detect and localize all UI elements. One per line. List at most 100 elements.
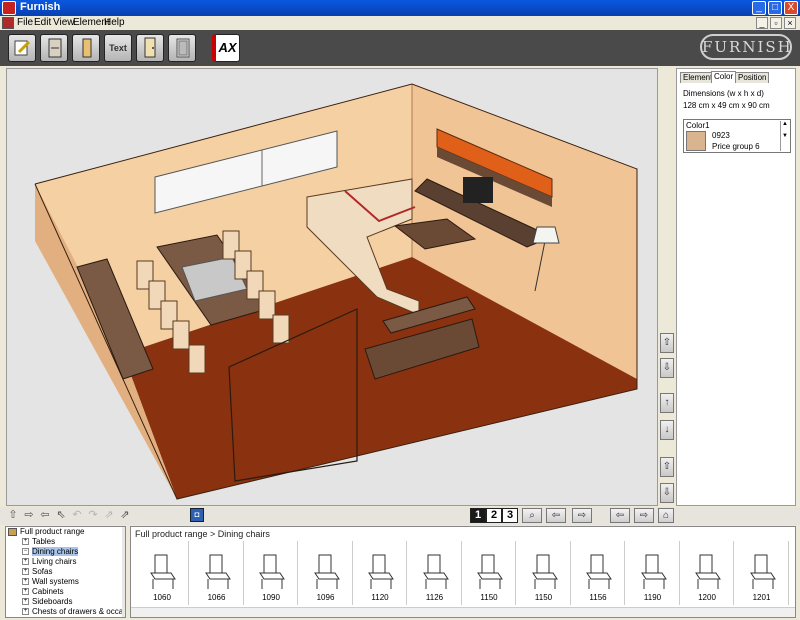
window-title: Furnish xyxy=(20,1,61,13)
raise-button[interactable]: ↑ xyxy=(660,393,674,413)
frame-icon xyxy=(176,38,190,58)
product-code: 1066 xyxy=(207,593,226,602)
lamp-shade xyxy=(532,226,560,244)
chair-icon xyxy=(586,554,612,589)
edit-button[interactable] xyxy=(8,34,36,62)
product-thumbnail[interactable]: 1201 xyxy=(735,541,789,605)
rotate-left-icon[interactable]: ⇦ xyxy=(38,508,52,522)
cabinet-button[interactable] xyxy=(40,34,68,62)
toolbar: Text AX FURNISH xyxy=(0,30,800,66)
tree-scrollbar[interactable] xyxy=(122,527,125,617)
product-thumbnail[interactable]: 1096 xyxy=(299,541,353,605)
tab-color[interactable]: Color xyxy=(711,71,737,83)
ax-button[interactable]: AX xyxy=(212,34,240,62)
room-render[interactable] xyxy=(7,69,658,506)
prev-view-button[interactable]: ⇦ xyxy=(610,508,630,523)
chair-icon xyxy=(313,554,340,589)
view-2-button[interactable]: 2 xyxy=(486,508,502,523)
doc-close-button[interactable]: × xyxy=(784,17,796,29)
zoom-icon[interactable]: ⌕ xyxy=(522,508,542,523)
camera-icon[interactable]: ◘ xyxy=(190,508,204,522)
ax-label: AX xyxy=(218,40,237,55)
color-code: 0923 xyxy=(712,131,730,140)
chair-icon xyxy=(422,554,449,589)
document-icon xyxy=(2,17,14,29)
pencil-icon xyxy=(14,40,31,56)
cabinet-icon xyxy=(48,38,62,58)
tree-item-living-chairs[interactable]: + Living chairs xyxy=(22,557,76,567)
tree-item-sideboards[interactable]: + Sideboards xyxy=(22,597,72,607)
menu-file[interactable]: File xyxy=(17,17,33,28)
pan-icon[interactable]: ⇗ xyxy=(118,508,132,522)
door-button[interactable] xyxy=(136,34,164,62)
catalog-tree[interactable]: Full product range + Tables − Dining chair… xyxy=(5,526,126,618)
view-3-button[interactable]: 3 xyxy=(502,508,518,523)
frame-button[interactable] xyxy=(168,34,196,62)
product-code: 1120 xyxy=(371,593,389,602)
chair-icon xyxy=(150,554,176,589)
tilt-up-button[interactable]: ⇧ xyxy=(660,457,674,477)
tree-root[interactable]: Full product range xyxy=(20,527,84,537)
menu-edit[interactable]: Edit xyxy=(34,17,51,28)
product-code: 1150 xyxy=(534,593,553,602)
product-thumbnail[interactable]: 1066 xyxy=(190,541,244,605)
scroll-left-button[interactable]: ⇦ xyxy=(546,508,566,523)
product-thumbnail[interactable]: 1156 xyxy=(571,541,625,605)
doc-minimize-button[interactable]: _ xyxy=(756,17,768,29)
tree-item-cabinets[interactable]: + Cabinets xyxy=(22,587,64,597)
dimensions-label: Dimensions (w x h x d) xyxy=(683,89,764,98)
tree-item-wall-systems[interactable]: + Wall systems xyxy=(22,577,79,587)
product-code: 1200 xyxy=(698,593,716,602)
chair-icon xyxy=(640,554,667,589)
tree-item-sofas[interactable]: + Sofas xyxy=(22,567,52,577)
turn-left-icon[interactable]: ⇖ xyxy=(54,508,68,522)
doc-restore-button[interactable]: ▫ xyxy=(770,17,782,29)
color-selector[interactable]: Color1 0923 Price group 6 ▲ ▼ xyxy=(683,119,791,153)
panel-button[interactable] xyxy=(72,34,100,62)
home-icon[interactable]: ⌂ xyxy=(658,508,674,523)
gallery-scrollbar[interactable] xyxy=(131,607,795,617)
product-thumbnail[interactable]: 1190 xyxy=(626,541,680,605)
product-thumbnail[interactable]: 1120 xyxy=(353,541,407,605)
product-code: 1096 xyxy=(316,593,335,602)
turn-right-icon[interactable]: ⇗ xyxy=(102,508,116,522)
tilt-down-button[interactable]: ⇩ xyxy=(660,483,674,503)
product-thumbnail[interactable]: 1200 xyxy=(680,541,734,605)
move-up-button[interactable]: ⇧ xyxy=(660,333,674,353)
color-scroll[interactable]: ▲ ▼ xyxy=(780,121,789,151)
product-code: 1201 xyxy=(752,593,771,602)
close-button[interactable]: X xyxy=(784,1,798,15)
tree-item-chests[interactable]: + Chests of drawers & occasio xyxy=(22,607,125,617)
product-thumbnail[interactable]: 1126 xyxy=(408,541,462,605)
view-1-button[interactable]: 1 xyxy=(470,508,486,523)
chair-icon xyxy=(531,554,558,589)
menu-view[interactable]: View xyxy=(53,17,75,28)
product-thumbnail[interactable]: 1150 xyxy=(462,541,516,605)
product-thumbnail[interactable]: 1090 xyxy=(244,541,298,605)
panel-icon xyxy=(82,38,92,58)
lower-button[interactable]: ↓ xyxy=(660,420,674,440)
price-group: Price group 6 xyxy=(712,142,760,151)
product-thumbnail[interactable]: 1060 xyxy=(135,541,189,605)
undo-icon[interactable]: ↶ xyxy=(70,508,84,522)
properties-panel: Element Color Position Dimensions (w x h… xyxy=(676,68,796,506)
tab-position[interactable]: Position xyxy=(735,72,770,83)
scroll-right-button[interactable]: ⇨ xyxy=(572,508,592,523)
breadcrumb: Full product range > Dining chairs xyxy=(135,529,270,539)
maximize-button[interactable]: □ xyxy=(768,1,782,15)
menu-help[interactable]: Help xyxy=(104,17,125,28)
product-thumbnail[interactable]: 1150 xyxy=(517,541,571,605)
product-code: 1090 xyxy=(262,593,280,602)
next-view-button[interactable]: ⇨ xyxy=(634,508,654,523)
text-button[interactable]: Text xyxy=(104,34,132,62)
rotate-up-icon[interactable]: ⇧ xyxy=(6,508,20,522)
tree-item-tables[interactable]: + Tables xyxy=(22,537,55,547)
furnish-logo: FURNISH xyxy=(700,34,792,60)
move-down-button[interactable]: ⇩ xyxy=(660,358,674,378)
minimize-button[interactable]: _ xyxy=(752,1,766,15)
redo-icon[interactable]: ↷ xyxy=(86,508,100,522)
tree-item-dining-chairs[interactable]: − Dining chairs xyxy=(22,547,79,557)
rotate-right-icon[interactable]: ⇨ xyxy=(22,508,36,522)
room-3d-viewport[interactable] xyxy=(6,68,658,506)
text-icon: Text xyxy=(109,43,127,53)
